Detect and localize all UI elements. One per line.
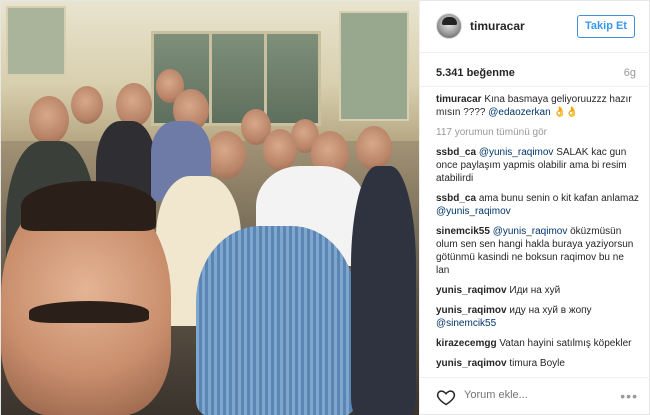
photo-window-right (339, 11, 409, 121)
list-item: yunis_raqimov иду на хуй в жопу @sinemci… (436, 304, 640, 330)
likes-row: 5.341 beğenme 6g (420, 53, 650, 87)
comment-author[interactable]: yunis_raqimov (436, 285, 507, 296)
comment-text: Vatan hayini satılmış köpekler (499, 338, 632, 349)
photo-window-left (6, 6, 66, 76)
photo-selfie-hair (21, 181, 156, 231)
comment-author[interactable]: timuracar (436, 94, 482, 105)
photo-person (206, 131, 246, 179)
comment-text: timura Boyle (509, 358, 565, 369)
list-item: sinemcik55 @yunis_raqimov öküzmüsün olum… (436, 225, 640, 277)
photo-person (263, 129, 297, 171)
comment-mention[interactable]: @yunis_raqimov (436, 206, 511, 217)
comment-author[interactable]: ssbd_ca (436, 193, 476, 204)
comment-mention[interactable]: @sinemcik55 (436, 318, 496, 329)
photo-selfie-mustache (29, 301, 149, 323)
caption: timuracar Kına basmaya geliyoruuzzz hazı… (436, 93, 640, 119)
comment-text: иду на хуй в жопу (509, 305, 592, 316)
comment-mention[interactable]: @yunis_raqimov (493, 226, 568, 237)
view-all-comments-link[interactable]: 117 yorumun tümünü gör (436, 126, 640, 139)
post-sidebar: timuracar Takip Et 5.341 beğenme 6g timu… (419, 1, 650, 415)
photo-body (351, 166, 416, 415)
comment-author[interactable]: yunis_raqimov (436, 358, 507, 369)
photo-person (356, 126, 392, 170)
list-item: ssbd_ca ama bunu senin o kit kafan anlam… (436, 192, 640, 218)
photo-person (29, 96, 69, 144)
likes-count[interactable]: 5.341 beğenme (436, 67, 515, 79)
comments-list: timuracar Kına basmaya geliyoruuzzz hazı… (436, 93, 640, 377)
instagram-post: timuracar Takip Et 5.341 beğenme 6g timu… (0, 0, 650, 415)
list-item: yunis_raqimov timura Boyle (436, 357, 640, 370)
username-link[interactable]: timuracar (470, 19, 525, 33)
post-footer: ••• (420, 377, 650, 415)
list-item: ssbd_ca @yunis_raqimov SALAK kac gun onc… (436, 146, 640, 185)
comment-text: ama bunu senin o kit kafan anlamaz (478, 193, 639, 204)
follow-button[interactable]: Takip Et (577, 15, 635, 38)
comment-mention[interactable]: @edaozerkan (488, 107, 550, 118)
comment-text: Иди на хуй (509, 285, 561, 296)
comment-author[interactable]: sinemcik55 (436, 226, 490, 237)
list-item: yunis_raqimov Иди на хуй (436, 284, 640, 297)
comment-input[interactable] (464, 389, 594, 401)
more-options-icon[interactable]: ••• (620, 389, 638, 403)
list-item: kirazecemgg Vatan hayini satılmış köpekl… (436, 337, 640, 350)
heart-icon[interactable] (436, 387, 456, 407)
post-age[interactable]: 6g (624, 67, 636, 79)
photo-body (196, 226, 356, 415)
comment-mention[interactable]: @yunis_raqimov (479, 147, 554, 158)
photo-person (71, 86, 103, 124)
avatar[interactable] (436, 13, 462, 39)
comment-emoji: 👌👌 (553, 107, 579, 118)
comment-author[interactable]: kirazecemgg (436, 338, 497, 349)
comment-author[interactable]: ssbd_ca (436, 147, 476, 158)
post-photo[interactable] (1, 1, 419, 415)
comment-author[interactable]: yunis_raqimov (436, 305, 507, 316)
post-header: timuracar Takip Et (420, 1, 650, 53)
